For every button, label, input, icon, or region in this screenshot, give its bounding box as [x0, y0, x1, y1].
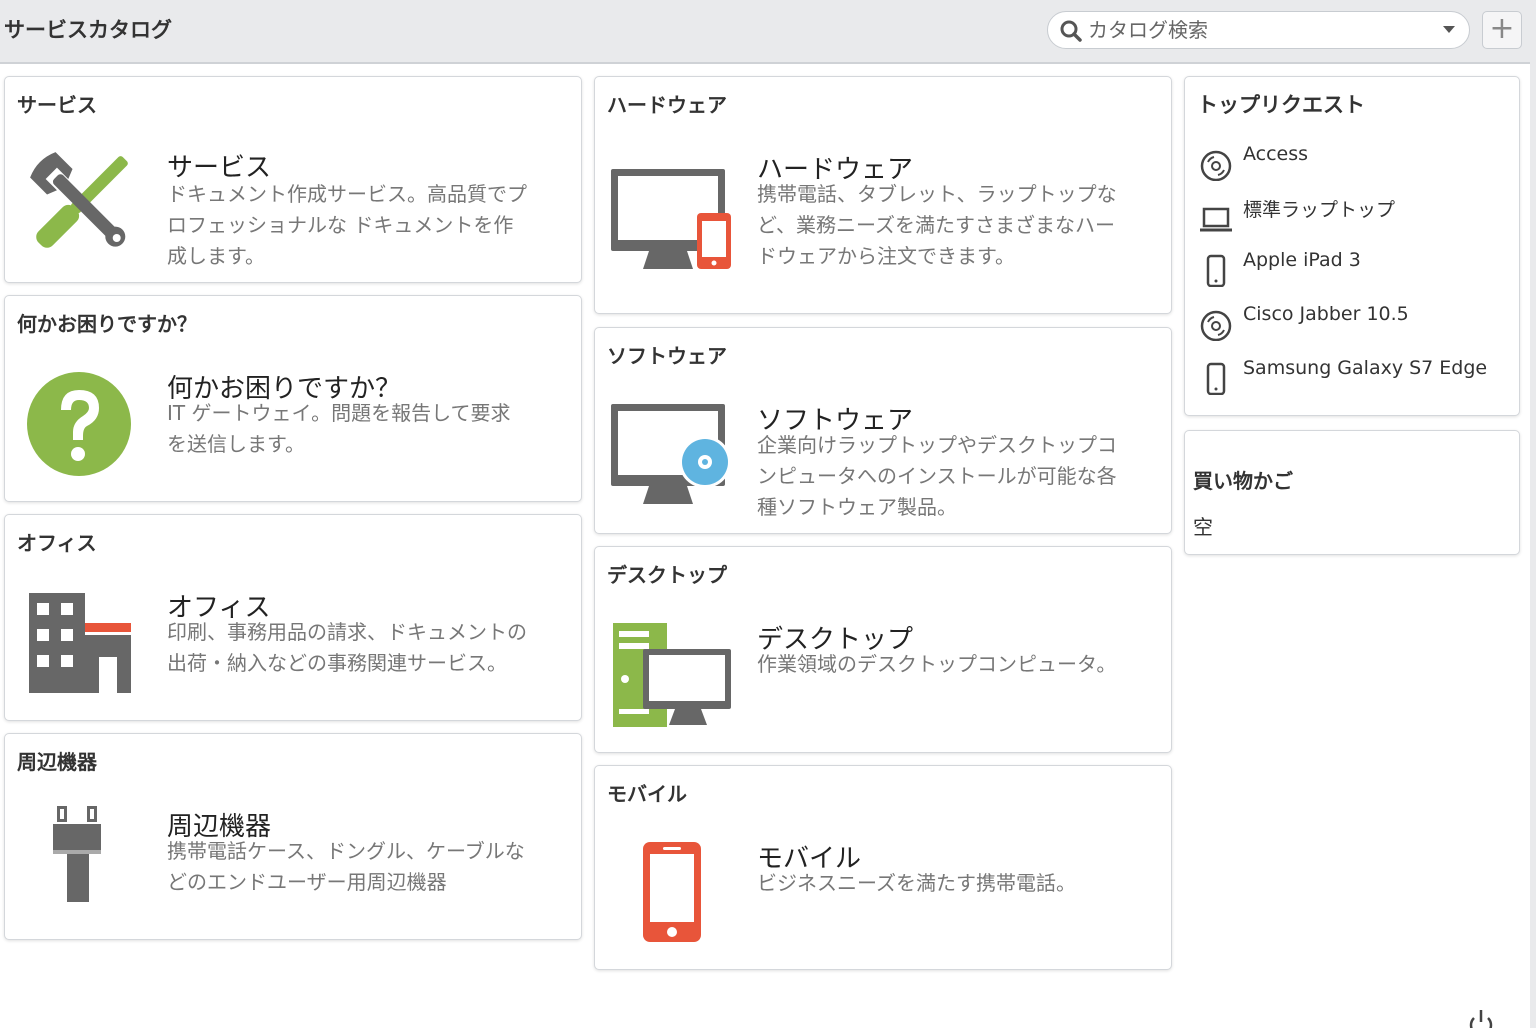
- card-description: IT ゲートウェイ。問題を報告して要求を送信します。: [167, 401, 511, 456]
- card-category: デスクトップ: [607, 563, 727, 587]
- phone-icon: [1206, 362, 1226, 395]
- shopping-cart-panel: 買い物かご 空: [1184, 430, 1520, 555]
- card-category: サービス: [17, 93, 97, 117]
- catalog-card-services[interactable]: サービス サービス ドキュメント作成サービス。高品質でプロフェッショナルな ドキ…: [4, 76, 582, 283]
- card-description: 携帯電話、タブレット、ラップトップなど、業務ニーズを満たすさまざまなハードウェア…: [757, 182, 1117, 268]
- scrollbar[interactable]: [1530, 0, 1536, 1028]
- disc-icon: [1200, 150, 1232, 181]
- top-request-item[interactable]: Samsung Galaxy S7 Edge: [1199, 357, 1499, 401]
- card-category: ソフトウェア: [607, 344, 727, 368]
- card-description: 携帯電話ケース、ドングル、ケーブルなどのエンドユーザー用周辺機器: [167, 839, 525, 894]
- desktop-tower-icon: [613, 623, 731, 727]
- cart-title: 買い物かご: [1193, 469, 1293, 493]
- phone-icon: [1206, 254, 1226, 287]
- question-icon: [27, 372, 131, 476]
- top-request-item[interactable]: Cisco Jabber 10.5: [1199, 303, 1499, 347]
- top-request-item[interactable]: Access: [1199, 143, 1499, 187]
- catalog-card-peripherals[interactable]: 周辺機器 周辺機器 携帯電話ケース、ドングル、ケーブルなどのエンドユーザー用周辺…: [4, 733, 582, 940]
- top-request-label: Samsung Galaxy S7 Edge: [1243, 357, 1488, 379]
- top-request-label: Access: [1243, 143, 1309, 165]
- search-input[interactable]: [1088, 15, 1428, 45]
- card-category: 周辺機器: [17, 750, 97, 774]
- card-description: 作業領域のデスクトップコンピュータ。: [757, 652, 1117, 676]
- card-category: オフィス: [17, 531, 97, 555]
- card-description: 印刷、事務用品の請求、ドキュメントの出荷・納入などの事務関連サービス。: [167, 620, 527, 675]
- monitor-disc-icon: [611, 404, 731, 504]
- card-description: ビジネスニーズを満たす携帯電話。: [757, 871, 1076, 895]
- top-request-label: Apple iPad 3: [1243, 249, 1361, 271]
- search-icon: [1060, 20, 1082, 42]
- catalog-card-desktop[interactable]: デスクトップ デスクトップ 作業領域のデスクトップコンピュータ。: [594, 546, 1172, 753]
- top-request-label: Cisco Jabber 10.5: [1243, 303, 1409, 325]
- card-description: 企業向けラップトップやデスクトップコンピュータへのインストールが可能な各種ソフト…: [757, 433, 1117, 519]
- card-description: ドキュメント作成サービス。高品質でプロフェッショナルな ドキュメントを作成します…: [167, 182, 527, 268]
- card-category: 何かお困りですか？: [17, 312, 197, 336]
- header-bar: サービスカタログ +: [0, 0, 1530, 64]
- top-request-item[interactable]: 標準ラップトップ: [1199, 195, 1499, 239]
- card-category: ハードウェア: [607, 93, 727, 117]
- mobile-phone-icon: [643, 842, 701, 942]
- catalog-card-help[interactable]: 何かお困りですか？ 何かお困りですか？ IT ゲートウェイ。問題を報告して要求を…: [4, 295, 582, 502]
- card-category: モバイル: [607, 782, 687, 806]
- add-button[interactable]: +: [1482, 11, 1522, 49]
- catalog-card-hardware[interactable]: ハードウェア ハードウェア 携帯電話、タブレット、ラップトップなど、業務ニーズを…: [594, 76, 1172, 314]
- top-request-item[interactable]: Apple iPad 3: [1199, 249, 1499, 293]
- plug-icon: [53, 806, 101, 902]
- chevron-down-icon[interactable]: [1443, 26, 1455, 33]
- wrench-screwdriver-icon: [30, 152, 128, 248]
- cart-status: 空: [1193, 515, 1213, 539]
- page-title: サービスカタログ: [4, 18, 172, 42]
- catalog-search[interactable]: [1047, 11, 1470, 49]
- top-requests-panel: トップリクエスト Access 標準ラップトップ Apple iPad 3 Ci…: [1184, 76, 1520, 416]
- monitor-phone-icon: [611, 169, 731, 269]
- office-building-icon: [29, 593, 131, 693]
- disc-icon: [1200, 310, 1232, 341]
- power-icon[interactable]: [1466, 1008, 1496, 1028]
- catalog-card-mobile[interactable]: モバイル モバイル ビジネスニーズを満たす携帯電話。: [594, 765, 1172, 970]
- catalog-card-software[interactable]: ソフトウェア ソフトウェア 企業向けラップトップやデスクトップコンピュータへのイ…: [594, 327, 1172, 534]
- laptop-icon: [1200, 207, 1232, 232]
- catalog-card-office[interactable]: オフィス オフィス 印刷、事務用品の請求、ドキュメントの出荷・納入などの事務関連…: [4, 514, 582, 721]
- top-request-label: 標準ラップトップ: [1243, 199, 1396, 221]
- top-requests-title: トップリクエスト: [1197, 93, 1365, 117]
